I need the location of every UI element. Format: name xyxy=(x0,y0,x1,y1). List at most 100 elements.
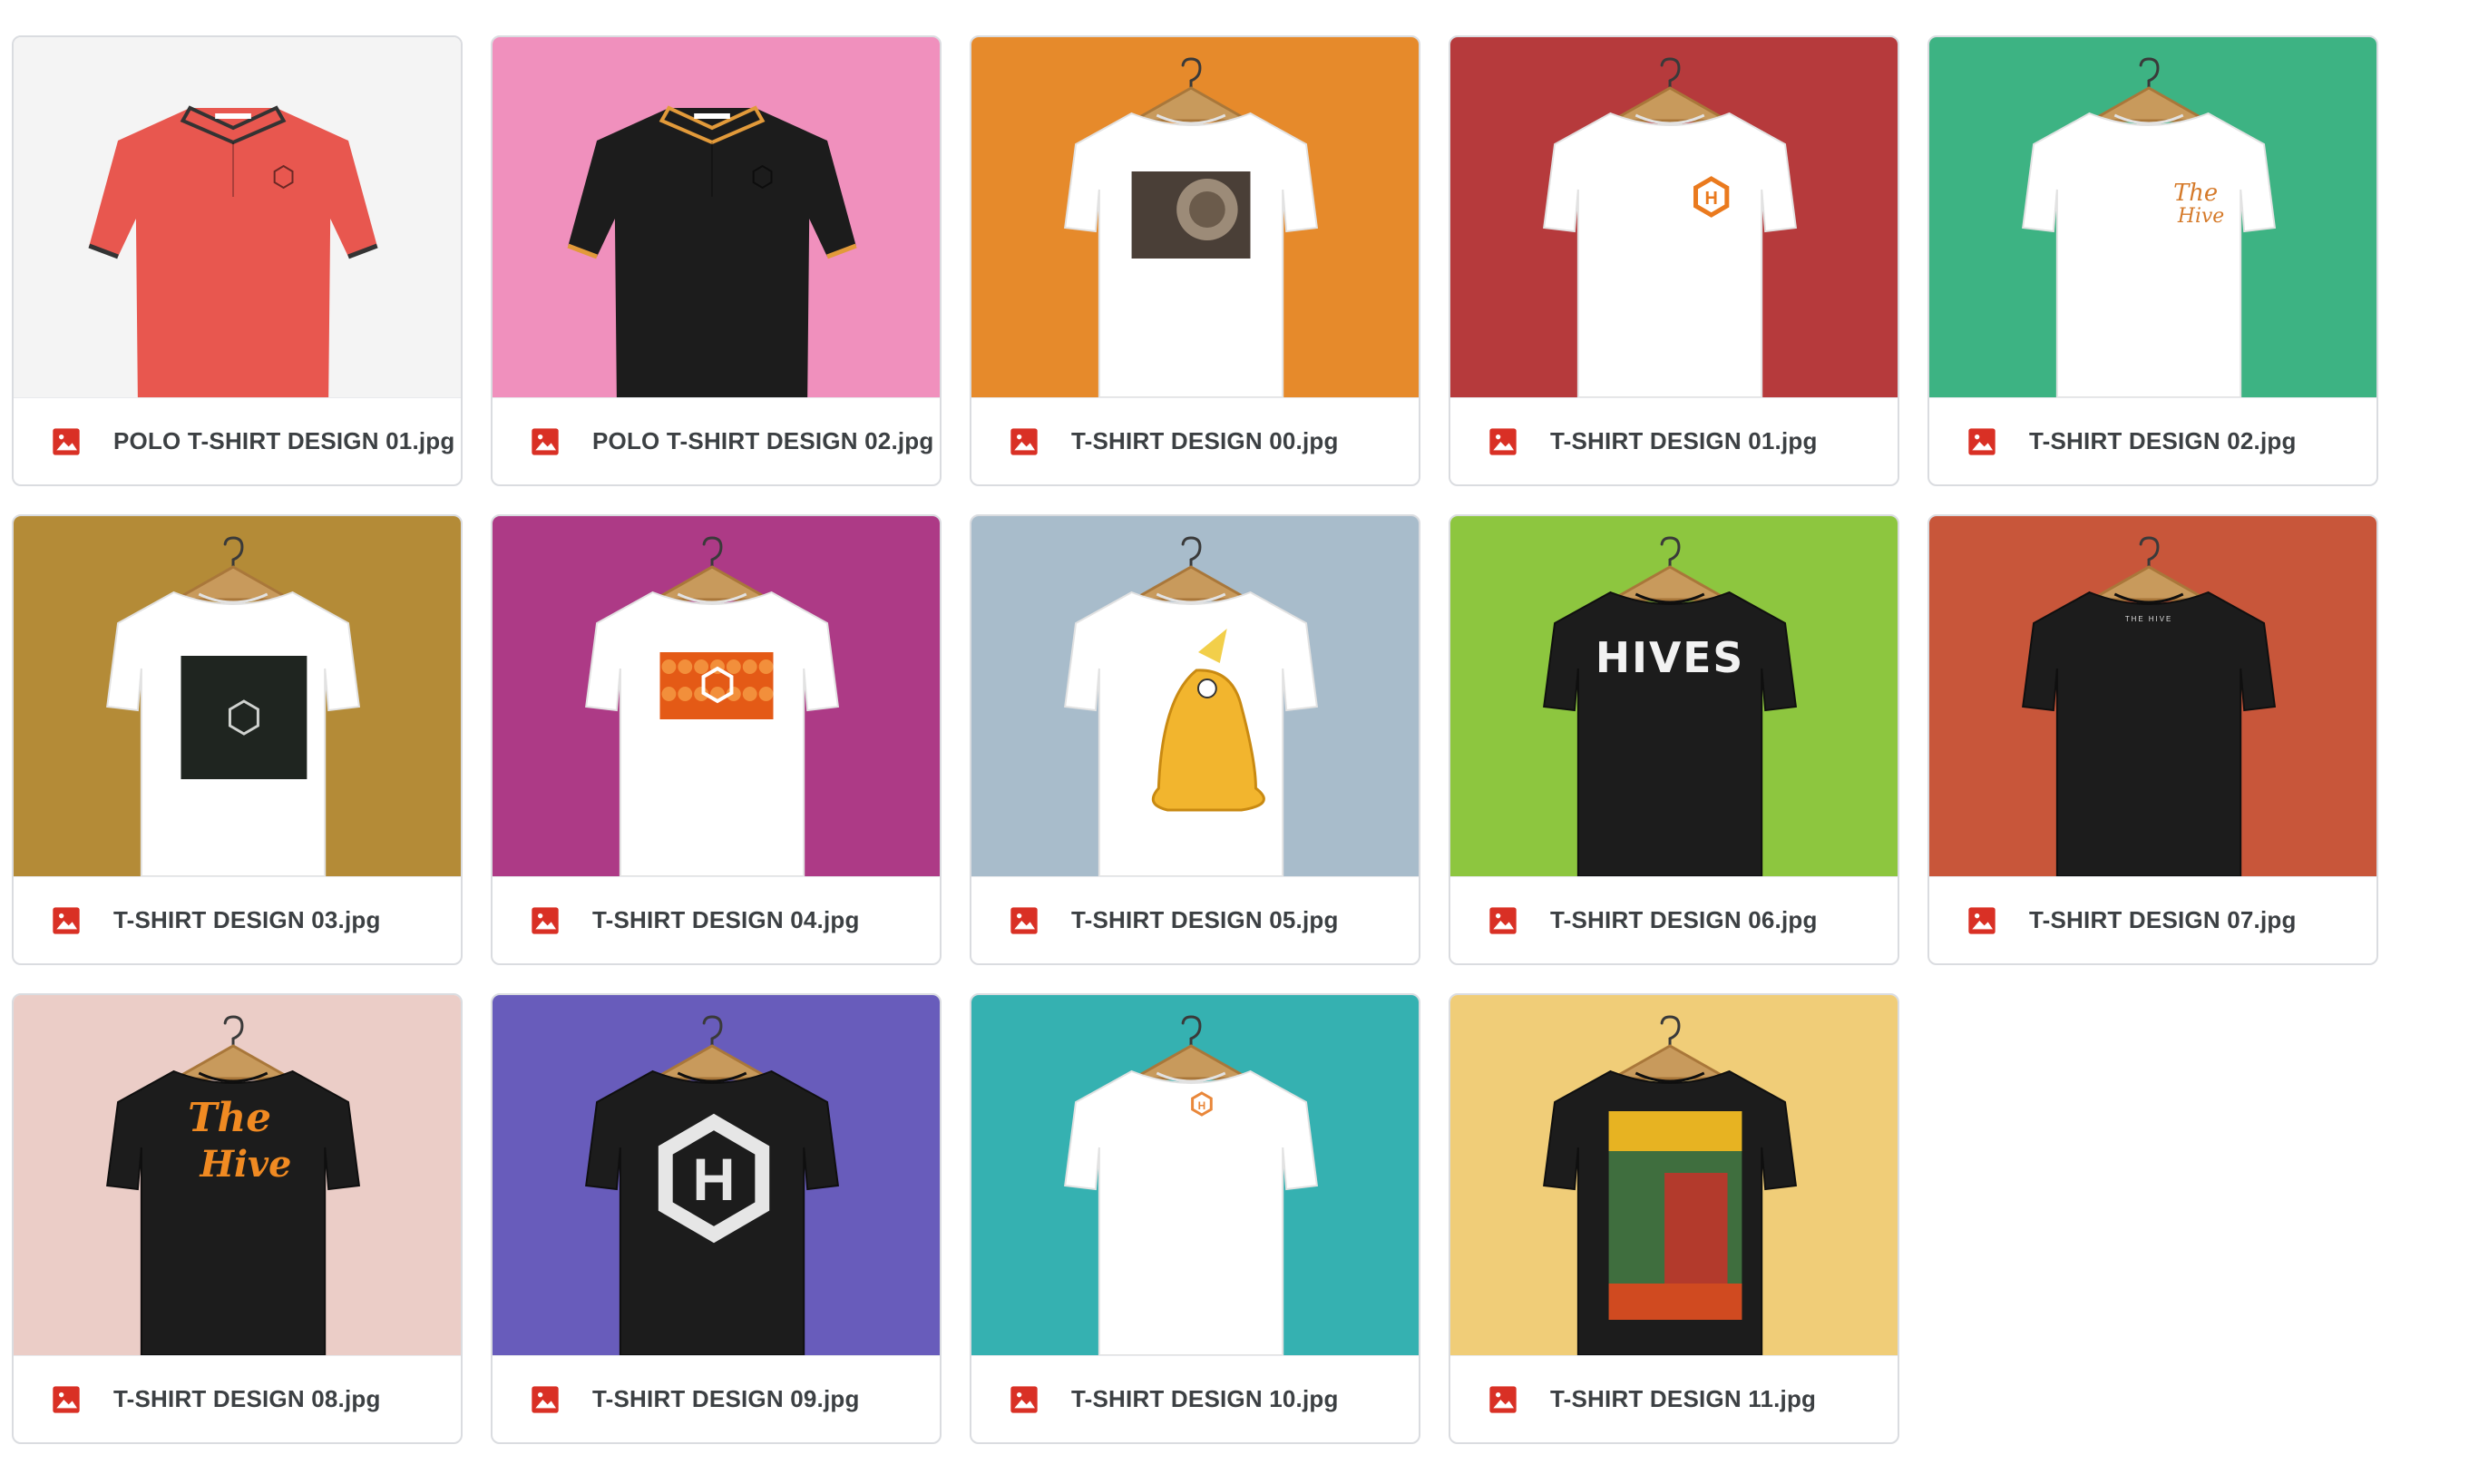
image-file-icon xyxy=(1488,1385,1518,1414)
file-card[interactable]: The Hive T-SHIRT DESIGN 02.jpg xyxy=(1927,35,2378,486)
file-name: T-SHIRT DESIGN 05.jpg xyxy=(1071,906,1339,933)
svg-text:Hive: Hive xyxy=(200,1144,292,1186)
file-thumbnail xyxy=(493,37,940,397)
file-name: T-SHIRT DESIGN 01.jpg xyxy=(1550,427,1818,454)
file-card[interactable]: T-SHIRT DESIGN 03.jpg xyxy=(12,514,463,965)
file-name: T-SHIRT DESIGN 04.jpg xyxy=(592,906,860,933)
file-name: T-SHIRT DESIGN 09.jpg xyxy=(592,1385,860,1412)
image-file-icon xyxy=(1010,427,1039,456)
svg-text:H: H xyxy=(1704,189,1717,209)
image-file-icon xyxy=(1488,427,1518,456)
file-card[interactable]: T-SHIRT DESIGN 00.jpg xyxy=(970,35,1420,486)
file-thumbnail: THE HIVE xyxy=(1929,516,2376,876)
file-caption: POLO T-SHIRT DESIGN 02.jpg xyxy=(493,397,940,484)
file-thumbnail: H xyxy=(971,995,1419,1355)
image-file-icon-graphic xyxy=(1489,906,1517,934)
file-thumbnail xyxy=(493,516,940,876)
tshirt-image xyxy=(14,516,461,876)
tshirt-image xyxy=(1450,995,1898,1355)
file-card[interactable]: T-SHIRT DESIGN 04.jpg xyxy=(491,514,942,965)
file-card[interactable]: POLO T-SHIRT DESIGN 02.jpg xyxy=(491,35,942,486)
file-name: POLO T-SHIRT DESIGN 01.jpg xyxy=(113,427,455,454)
file-card[interactable]: H T-SHIRT DESIGN 09.jpg xyxy=(491,993,942,1444)
file-thumbnail: The Hive xyxy=(14,995,461,1355)
tshirt-image xyxy=(971,37,1419,397)
image-file-icon xyxy=(1010,1385,1039,1414)
image-file-icon xyxy=(52,906,81,935)
file-caption: T-SHIRT DESIGN 00.jpg xyxy=(971,397,1419,484)
file-card[interactable]: H T-SHIRT DESIGN 01.jpg xyxy=(1449,35,1899,486)
tshirt-image: H xyxy=(1450,37,1898,397)
file-caption: T-SHIRT DESIGN 02.jpg xyxy=(1929,397,2376,484)
file-name: T-SHIRT DESIGN 07.jpg xyxy=(2029,906,2297,933)
svg-text:H: H xyxy=(692,1146,735,1213)
file-caption: T-SHIRT DESIGN 11.jpg xyxy=(1450,1355,1898,1442)
image-file-icon xyxy=(531,427,560,456)
file-thumbnail xyxy=(971,516,1419,876)
image-file-icon xyxy=(1488,906,1518,935)
file-card[interactable]: The Hive T-SHIRT DESIGN 08.jpg xyxy=(12,993,463,1444)
image-file-icon-graphic xyxy=(1010,906,1038,934)
image-file-icon-graphic xyxy=(1010,427,1038,455)
image-file-icon-graphic xyxy=(532,906,559,934)
image-file-icon-graphic xyxy=(53,427,80,455)
file-thumbnail: H xyxy=(493,995,940,1355)
svg-text:H: H xyxy=(1198,1099,1206,1112)
image-file-icon-graphic xyxy=(1968,427,1996,455)
image-file-icon xyxy=(52,1385,81,1414)
file-caption: T-SHIRT DESIGN 09.jpg xyxy=(493,1355,940,1442)
file-caption: T-SHIRT DESIGN 10.jpg xyxy=(971,1355,1419,1442)
file-thumbnail xyxy=(971,37,1419,397)
file-name: T-SHIRT DESIGN 02.jpg xyxy=(2029,427,2297,454)
file-card[interactable]: T-SHIRT DESIGN 05.jpg xyxy=(970,514,1420,965)
file-card[interactable]: POLO T-SHIRT DESIGN 01.jpg xyxy=(12,35,463,486)
svg-text:THE HIVE: THE HIVE xyxy=(2125,615,2172,623)
image-file-icon xyxy=(531,906,560,935)
file-thumbnail: The Hive xyxy=(1929,37,2376,397)
file-caption: T-SHIRT DESIGN 08.jpg xyxy=(14,1355,461,1442)
image-file-icon xyxy=(531,1385,560,1414)
file-caption: POLO T-SHIRT DESIGN 01.jpg xyxy=(14,397,461,484)
tshirt-image xyxy=(14,37,461,397)
file-name: T-SHIRT DESIGN 11.jpg xyxy=(1550,1385,1817,1412)
file-name: T-SHIRT DESIGN 00.jpg xyxy=(1071,427,1339,454)
tshirt-image xyxy=(493,37,940,397)
image-file-icon-graphic xyxy=(1968,906,1996,934)
file-name: T-SHIRT DESIGN 06.jpg xyxy=(1550,906,1818,933)
file-name: T-SHIRT DESIGN 10.jpg xyxy=(1071,1385,1339,1412)
tshirt-image: H xyxy=(493,995,940,1355)
svg-text:HIVES: HIVES xyxy=(1596,633,1744,682)
svg-text:Hive: Hive xyxy=(2177,205,2224,228)
file-grid: POLO T-SHIRT DESIGN 01.jpg POLO T-SHIRT … xyxy=(12,35,2378,1444)
file-thumbnail xyxy=(14,516,461,876)
image-file-icon xyxy=(1010,906,1039,935)
file-caption: T-SHIRT DESIGN 06.jpg xyxy=(1450,876,1898,963)
file-thumbnail: H xyxy=(1450,37,1898,397)
file-thumbnail xyxy=(14,37,461,397)
svg-text:The: The xyxy=(2173,180,2218,207)
image-file-icon-graphic xyxy=(1489,1385,1517,1413)
file-card[interactable]: H T-SHIRT DESIGN 10.jpg xyxy=(970,993,1420,1444)
image-file-icon-graphic xyxy=(1489,427,1517,455)
tshirt-image: THE HIVE xyxy=(1929,516,2376,876)
file-card[interactable]: T-SHIRT DESIGN 11.jpg xyxy=(1449,993,1899,1444)
file-thumbnail xyxy=(1450,995,1898,1355)
file-name: T-SHIRT DESIGN 03.jpg xyxy=(113,906,381,933)
tshirt-image: H xyxy=(971,995,1419,1355)
file-card[interactable]: HIVES T-SHIRT DESIGN 06.jpg xyxy=(1449,514,1899,965)
file-caption: T-SHIRT DESIGN 03.jpg xyxy=(14,876,461,963)
image-file-icon-graphic xyxy=(53,906,80,934)
tshirt-image: HIVES xyxy=(1450,516,1898,876)
file-card[interactable]: THE HIVE T-SHIRT DESIGN 07.jpg xyxy=(1927,514,2378,965)
file-name: POLO T-SHIRT DESIGN 02.jpg xyxy=(592,427,934,454)
image-file-icon xyxy=(1967,427,1996,456)
image-file-icon xyxy=(52,427,81,456)
file-thumbnail: HIVES xyxy=(1450,516,1898,876)
tshirt-image xyxy=(971,516,1419,876)
svg-text:The: The xyxy=(188,1095,271,1141)
file-caption: T-SHIRT DESIGN 07.jpg xyxy=(1929,876,2376,963)
image-file-icon-graphic xyxy=(1010,1385,1038,1413)
tshirt-image: The Hive xyxy=(14,995,461,1355)
image-file-icon-graphic xyxy=(532,427,559,455)
tshirt-image xyxy=(493,516,940,876)
